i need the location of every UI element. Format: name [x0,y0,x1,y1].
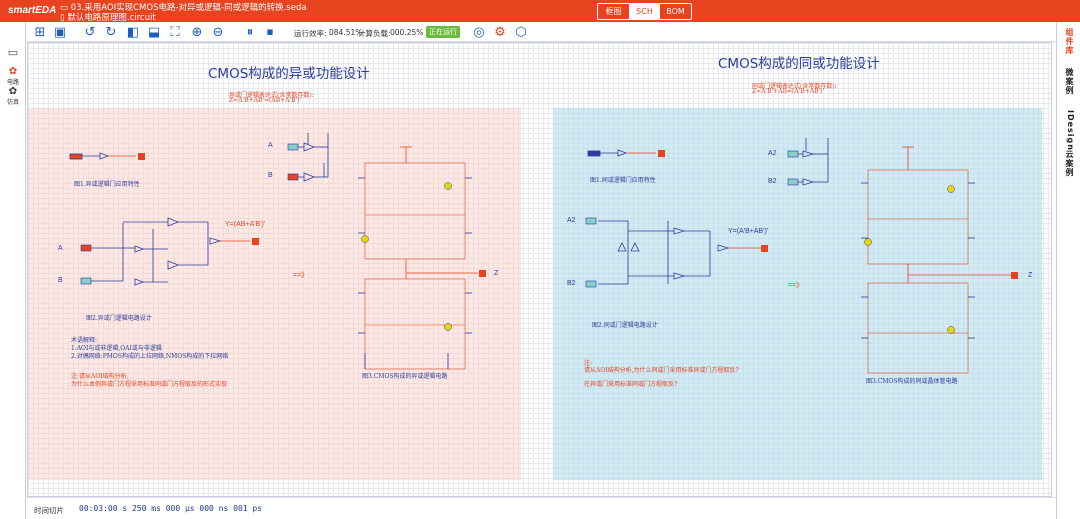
sidebar-item-simulation[interactable]: ✿ 仿真 [2,86,24,106]
efficiency-label: 运行效率: [294,29,327,38]
save-icon[interactable]: ▣ [52,24,68,40]
time-slice-value: 00:03:00 s 250 ms 000 μs 000 ns 001 ps [79,504,263,513]
schematic-canvas[interactable]: CMOS构成的异或功能设计 异或门逻辑表达式(含常数存数): Z=A'B+AB'… [27,42,1052,497]
rotate-cw-icon[interactable]: ↻ [103,24,119,40]
pause-icon[interactable]: ⏸ [242,24,258,40]
xor-expr: Z=A'B+AB'=(AB+A'B')' [229,97,302,104]
xor-note-4: 为什么本例异或门方程采用标准同或门方程取反的形式实现 [71,381,228,388]
run-status-badge[interactable]: 正在运行 [426,26,460,38]
robot-icon[interactable]: ⚙ [492,24,508,40]
zoom-in-icon[interactable]: ⊕ [189,24,205,40]
sidebar-item-circuit-label: 电路 [6,79,19,86]
left-sidebar: ▭ ✿ 电路 ✿ 仿真 [0,22,26,519]
xnor-fig3-caption: 图3.CMOS构成的同或晶体管电路 [866,378,958,385]
cube-icon[interactable]: ⬡ [513,24,529,40]
app-logo: smartEDA [8,5,57,16]
mode-sch[interactable]: SCH [629,4,660,19]
xnor-arrow: ==》 [788,282,804,289]
xnor-fig2-caption: 图2.同或门逻辑电路设计 [592,322,658,329]
gear-icon: ✿ [8,86,18,97]
xnor-y-label: Y=(A'B+AB')' [728,228,769,235]
right-sidebar: 组件库 微案例 IDesign 云案例 [1056,22,1080,519]
xor-y-label: Y=(AB+A'B')' [225,221,266,228]
xnor-cmos-b-label: B2 [768,178,777,185]
xnor-title: CMOS构成的同或功能设计 [718,56,880,72]
flip-v-icon[interactable]: ⬓ [146,24,162,40]
mode-switcher: 框图 SCH BOM [597,3,692,20]
load-value: 000.25% [390,28,424,37]
xnor-output-z-label: Z [1028,272,1033,279]
sidebar-item-simulation-label: 仿真 [6,99,19,106]
folder-icon[interactable]: ▭ [2,46,24,59]
tab-idesign[interactable]: IDesign [1063,110,1075,151]
xor-title: CMOS构成的异或功能设计 [208,66,370,82]
xnor-question-2: 在异或门采用标准同或门方程取反? [584,381,678,388]
xnor-fig1-caption: 图1.同或逻辑门应用特性 [590,177,656,184]
new-file-icon[interactable]: ⊞ [32,24,48,40]
xor-note-2: 2.对偶网络:PMOS构成的上拉网络,NMOS构成的下拉网络 [71,353,229,360]
xor-input-a-label: A [58,245,63,252]
stop-icon[interactable]: ⏹ [262,24,278,40]
xor-output-z-label: Z [494,270,499,277]
fit-icon[interactable]: ⛶ [167,24,183,40]
gear-icon: ✿ [8,66,18,77]
zoom-out-icon[interactable]: ⊖ [210,24,226,40]
xor-fig2-caption: 图2.异或门逻辑电路设计 [86,315,152,322]
status-bar: 时间切片 00:03:00 s 250 ms 000 μs 000 ns 001… [26,497,1056,519]
flip-h-icon[interactable]: ◧ [125,24,141,40]
tab-cloud-cases[interactable]: 云案例 [1063,150,1075,177]
rotate-ccw-icon[interactable]: ↺ [82,24,98,40]
xnor-cmos-a-label: A2 [768,150,777,157]
xnor-input-b-label: B2 [567,280,576,287]
tab-component-library[interactable]: 组件库 [1063,28,1075,55]
time-slice-label: 时间切片 [34,506,64,515]
mode-block-diagram[interactable]: 框图 [598,4,629,19]
xor-fig3-caption: 图3.CMOS构成的异或逻辑电路 [362,373,448,380]
load-label: 计算负载: [358,29,391,38]
xor-input-b-label: B [58,277,63,284]
tab-micro-cases[interactable]: 微案例 [1063,68,1075,95]
xor-arrow: ==》 [293,272,309,279]
title-bar: smartEDA ▭ 03.采用AOI实现CMOS电路-对异或逻辑-同或逻辑的转… [0,0,1080,23]
mode-bom[interactable]: BOM [660,4,691,19]
schematic-drawing [69,133,1018,374]
xor-fig1-caption: 图1.异或逻辑门应用特性 [74,181,140,188]
sidebar-item-circuit[interactable]: ✿ 电路 [2,66,24,86]
xor-cmos-a-label: A [268,142,273,149]
xnor-question-1: 请从AOI结构分析,为什么同或门采用标准异或门方程取反? [584,367,739,374]
xnor-input-a-label: A2 [567,217,576,224]
settings-icon[interactable]: ◎ [471,24,487,40]
xnor-expr: Z=A'B'+AB=(A'B+AB')' [752,88,825,95]
toolbar: ⊞ ▣ ↺ ↻ ◧ ⬓ ⛶ ⊕ ⊖ ⏸ ⏹ 运行效率: 084.51% 计算负载… [26,22,1056,42]
xor-cmos-b-label: B [268,172,273,179]
